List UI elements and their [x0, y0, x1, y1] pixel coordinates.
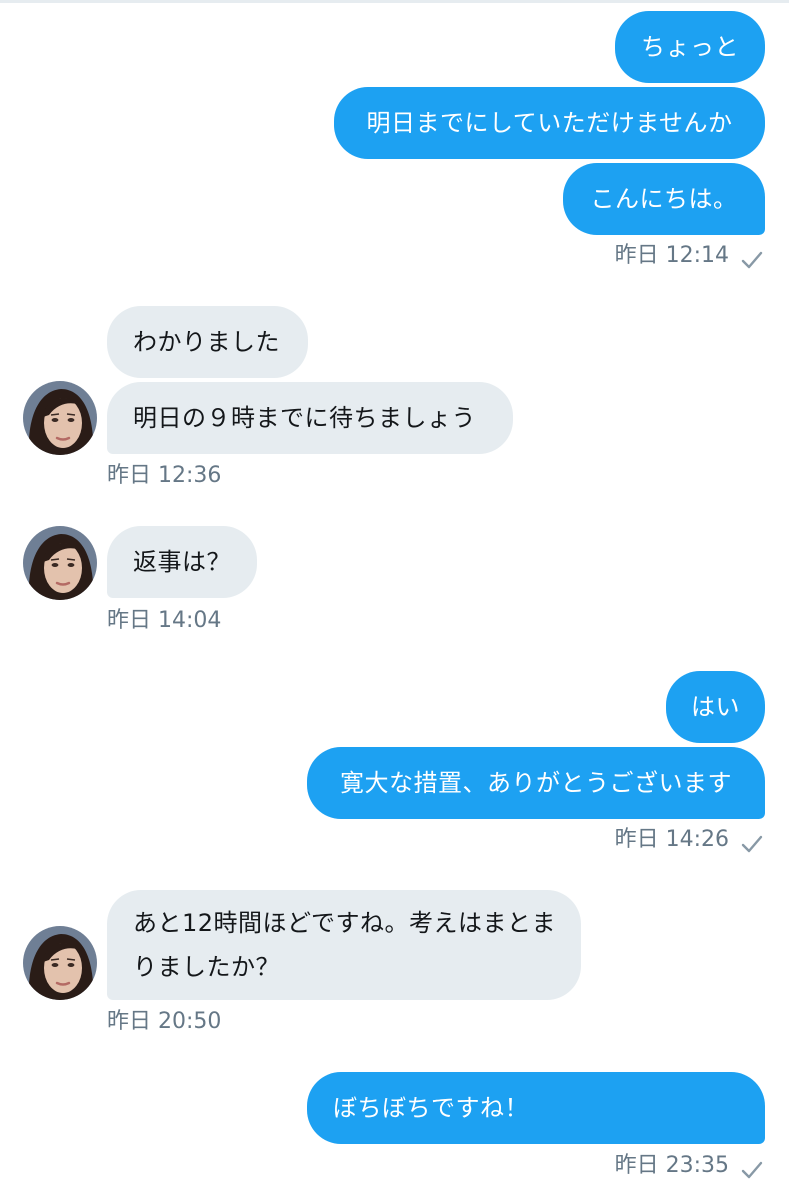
incoming-message[interactable]: 明日の９時までに待ちましょう [107, 382, 513, 454]
outgoing-message[interactable]: こんにちは。 [563, 163, 765, 235]
outgoing-message[interactable]: はい [666, 671, 765, 743]
outgoing-message[interactable]: ちょっと [615, 11, 765, 83]
top-divider [0, 0, 789, 3]
check-icon [741, 835, 763, 853]
message-timestamp: 昨日 12:14 [614, 243, 729, 268]
check-icon [741, 1161, 763, 1179]
message-timestamp: 昨日 12:36 [107, 463, 222, 488]
outgoing-message[interactable]: ぼちぼちですね！ [307, 1072, 765, 1144]
message-timestamp: 昨日 14:04 [107, 608, 222, 633]
outgoing-message[interactable]: 明日までにしていただけませんか [334, 87, 765, 159]
incoming-message[interactable]: あと12時間ほどですね。考えはまとまりましたか？ [107, 890, 581, 1000]
avatar[interactable] [23, 381, 97, 455]
avatar[interactable] [23, 926, 97, 1000]
message-timestamp: 昨日 23:35 [614, 1153, 729, 1178]
message-timestamp: 昨日 14:26 [614, 827, 729, 852]
incoming-message[interactable]: わかりました [107, 306, 308, 378]
avatar[interactable] [23, 526, 97, 600]
incoming-message[interactable]: 返事は？ [107, 526, 257, 598]
check-icon [741, 251, 763, 269]
message-timestamp: 昨日 20:50 [107, 1009, 222, 1034]
outgoing-message[interactable]: 寛大な措置、ありがとうございます [307, 747, 765, 819]
